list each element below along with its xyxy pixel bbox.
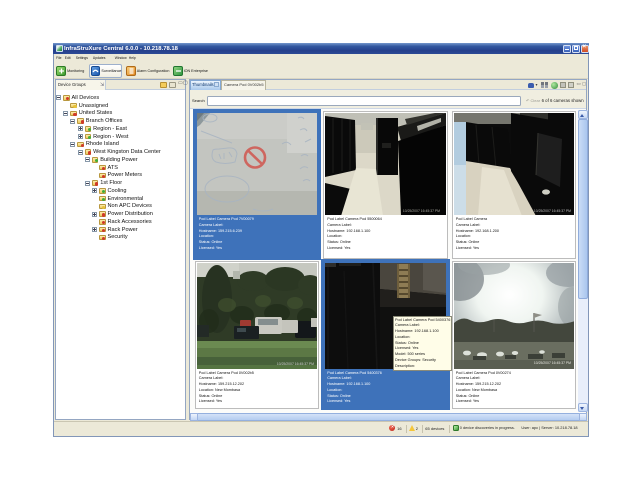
- svg-text:10/25/2007 16:45:37 PM: 10/25/2007 16:45:37 PM: [534, 361, 571, 365]
- svg-text:10/25/2007 16:45:37 PM: 10/25/2007 16:45:37 PM: [403, 209, 440, 213]
- svg-text:10/25/2007 16:45:37 PM: 10/25/2007 16:45:37 PM: [534, 209, 571, 213]
- svg-text:10/25/2007 16:45:37 PM: 10/25/2007 16:45:37 PM: [277, 362, 314, 366]
